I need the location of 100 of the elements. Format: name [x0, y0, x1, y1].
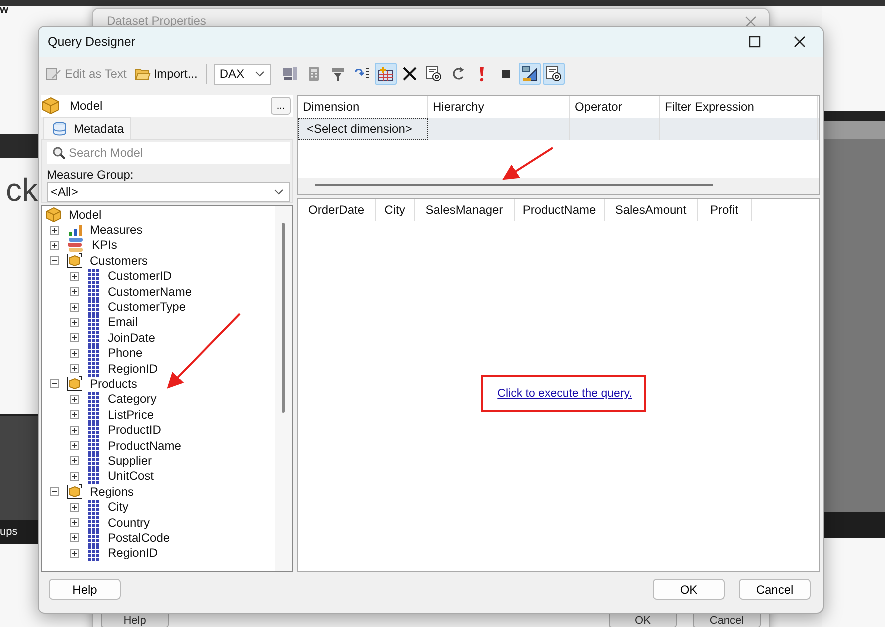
tree-item[interactable]: Regions [90, 484, 134, 499]
tree-item[interactable]: City [108, 500, 129, 514]
expand-icon[interactable] [50, 226, 59, 235]
toolbar-button[interactable] [374, 63, 397, 85]
expand-icon[interactable] [70, 518, 79, 527]
expand-icon[interactable] [70, 410, 79, 420]
canvas-text: ck [6, 172, 38, 209]
search-field[interactable]: Search Model [47, 142, 290, 164]
tree-item[interactable]: Phone [108, 346, 143, 360]
computer-icon [282, 66, 298, 82]
table-plus-icon [378, 66, 394, 82]
cube-icon [42, 97, 60, 115]
grid-icon [87, 314, 101, 330]
table-cube-icon [67, 376, 83, 392]
annotation-arrow [502, 147, 554, 180]
grid-icon [87, 422, 101, 438]
database-icon [52, 120, 68, 136]
maximize-icon[interactable] [749, 36, 761, 48]
collapse-icon[interactable] [50, 379, 59, 388]
expand-icon[interactable] [70, 364, 79, 374]
grid-icon [87, 284, 101, 300]
tree-item[interactable]: PostalCode [108, 530, 170, 545]
tree-item[interactable]: CustomerName [108, 284, 192, 299]
funnel-icon [330, 66, 346, 82]
search-icon [52, 146, 66, 160]
column-header[interactable]: SalesManager [415, 199, 515, 221]
ruler-bar [822, 111, 885, 121]
window-title: Query Designer [48, 35, 136, 49]
expand-icon[interactable] [70, 394, 79, 404]
expand-icon[interactable] [70, 348, 79, 358]
column-header[interactable]: ProductName [515, 199, 605, 221]
dialog-button[interactable]: OK [609, 614, 677, 627]
tree-item[interactable]: Measures [90, 223, 143, 238]
caret-icon [254, 71, 265, 77]
column-header[interactable]: SalesAmount [605, 199, 698, 221]
expand-icon[interactable] [70, 456, 79, 466]
dialog-button[interactable]: Cancel [693, 614, 761, 627]
close-icon[interactable] [794, 36, 806, 48]
pencil-document-icon [46, 66, 62, 82]
tree-item[interactable]: Customers [90, 254, 148, 268]
tree-item[interactable]: KPIs [92, 238, 118, 252]
tree-item[interactable]: JoinDate [108, 330, 156, 345]
expand-icon[interactable] [70, 502, 79, 512]
tree-item[interactable]: RegionID [108, 362, 158, 376]
ruler-triangle-icon [522, 66, 538, 82]
ok-button[interactable]: OK [653, 579, 725, 600]
tree-item[interactable]: Email [108, 315, 138, 330]
grid-icon [87, 452, 101, 469]
grid-icon [87, 514, 101, 531]
import-button[interactable]: Import... [132, 64, 201, 84]
tree-item[interactable]: Products [90, 376, 138, 391]
expand-icon[interactable] [70, 272, 79, 281]
expand-icon[interactable] [70, 318, 79, 327]
browse-button[interactable]: ... [271, 97, 291, 115]
metadata-tab[interactable]: Metadata [43, 117, 132, 139]
scrollbar-thumb[interactable] [315, 184, 713, 186]
expand-icon[interactable] [50, 240, 59, 250]
tree-item[interactable]: CustomerID [108, 269, 172, 284]
model-label: Model [70, 99, 104, 113]
expand-icon[interactable] [70, 426, 79, 435]
grid-icon [87, 345, 101, 362]
column-header[interactable]: OrderDate [298, 199, 376, 221]
tree-item[interactable]: ProductID [108, 423, 162, 438]
caret-icon [274, 189, 284, 195]
language-dropdown[interactable]: DAX [214, 64, 271, 84]
dialog-button[interactable]: Help [101, 614, 169, 627]
expand-icon[interactable] [70, 472, 79, 481]
help-button[interactable]: Help [49, 579, 121, 600]
tree-item[interactable]: Country [108, 516, 150, 530]
grid-icon [87, 499, 101, 516]
tree-item[interactable]: RegionID [108, 546, 158, 560]
expand-icon[interactable] [70, 533, 79, 542]
tree-item[interactable]: Category [108, 392, 157, 406]
tree-item[interactable]: ProductName [108, 438, 182, 453]
tree-item[interactable]: Supplier [108, 454, 152, 468]
expand-icon[interactable] [70, 548, 79, 558]
panel-background [822, 512, 885, 538]
toolbar-button[interactable] [542, 63, 565, 85]
delete-icon [402, 66, 418, 82]
grid-icon [87, 268, 101, 284]
scrollbar-thumb[interactable] [282, 223, 285, 413]
column-header[interactable]: Profit [698, 199, 752, 221]
collapse-icon[interactable] [50, 487, 59, 496]
expand-icon[interactable] [70, 287, 79, 296]
expand-icon[interactable] [70, 333, 79, 342]
expand-icon[interactable] [70, 302, 79, 312]
table-cell[interactable]: <Select dimension> [298, 118, 428, 140]
tree-item[interactable]: UnitCost [108, 469, 154, 484]
tree-item[interactable]: ListPrice [108, 408, 154, 422]
tree-item[interactable]: CustomerType [108, 300, 186, 314]
measure-group-dropdown[interactable]: <All> [47, 182, 290, 202]
at-sign-sheet-icon [426, 66, 442, 82]
collapse-icon[interactable] [50, 256, 59, 266]
expand-icon[interactable] [70, 441, 79, 450]
tree-item[interactable]: Model [69, 208, 102, 222]
toolbar-button[interactable] [518, 63, 541, 85]
cancel-button[interactable]: Cancel [739, 579, 811, 600]
window-title: Dataset Properties [107, 14, 206, 28]
execute-query-link[interactable]: Click to execute the query. [498, 388, 632, 400]
column-header[interactable]: City [376, 199, 415, 221]
